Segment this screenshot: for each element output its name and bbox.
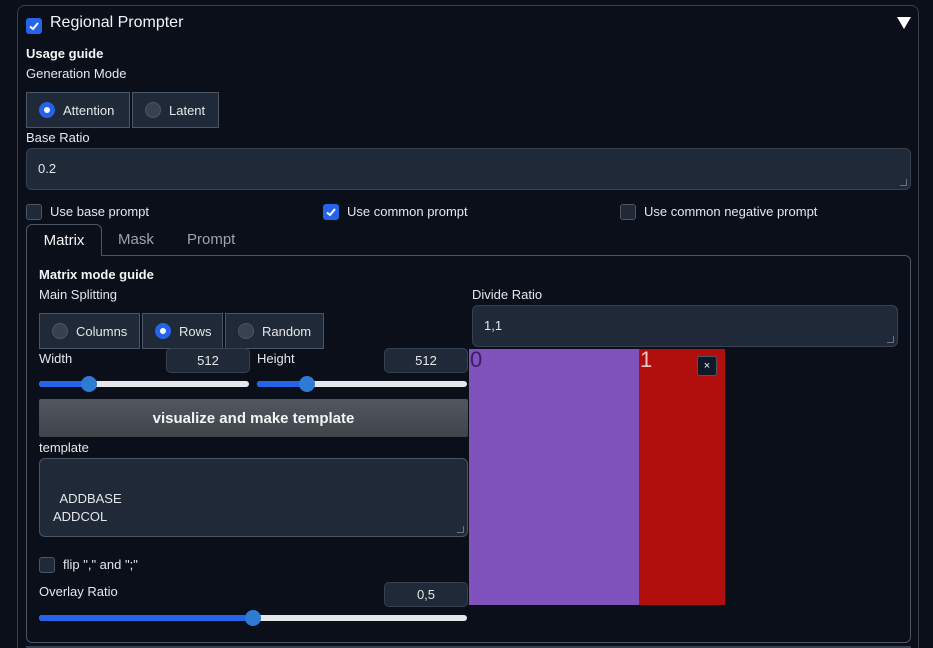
tab-mask[interactable]: Mask xyxy=(118,231,154,248)
base-ratio-label: Base Ratio xyxy=(26,130,90,145)
check-icon xyxy=(326,208,336,217)
enable-checkbox[interactable] xyxy=(26,18,42,34)
resize-grip-icon[interactable] xyxy=(887,336,894,343)
overlay-ratio-number-input[interactable]: 0,5 xyxy=(384,582,468,607)
width-number-input[interactable]: 512 xyxy=(166,348,250,373)
visualize-template-button[interactable]: visualize and make template xyxy=(39,399,468,437)
main-splitting-label: Main Splitting xyxy=(39,287,118,302)
use-common-negative-prompt-label[interactable]: Use common negative prompt xyxy=(644,204,817,219)
radio-unselected-icon xyxy=(238,323,254,339)
main-splitting-radio-group: Columns Rows Random xyxy=(39,313,326,349)
radio-unselected-icon xyxy=(52,323,68,339)
radio-attention[interactable]: Attention xyxy=(26,92,130,128)
region-preview-image: 01 xyxy=(469,349,725,605)
region-label: 1 xyxy=(640,347,653,372)
tab-matrix[interactable]: Matrix xyxy=(26,224,102,256)
resize-grip-icon[interactable] xyxy=(457,526,464,533)
use-base-prompt-label[interactable]: Use base prompt xyxy=(50,204,149,219)
usage-guide-link[interactable]: Usage guide xyxy=(26,46,103,61)
region-label: 0 xyxy=(470,347,483,372)
height-number-input[interactable]: 512 xyxy=(384,348,468,373)
slider-fill xyxy=(39,615,253,621)
radio-unselected-icon xyxy=(145,102,161,118)
overlay-ratio-slider[interactable] xyxy=(39,610,467,626)
generation-mode-label: Generation Mode xyxy=(26,66,127,81)
divide-ratio-label: Divide Ratio xyxy=(472,287,543,302)
matrix-mode-guide-link[interactable]: Matrix mode guide xyxy=(39,267,154,282)
flip-checkbox[interactable] xyxy=(39,557,55,573)
collapse-arrow-icon[interactable] xyxy=(897,17,911,29)
height-slider[interactable] xyxy=(257,376,467,392)
resize-grip-icon[interactable] xyxy=(900,179,907,186)
use-common-prompt-checkbox[interactable] xyxy=(323,204,339,220)
radio-latent[interactable]: Latent xyxy=(132,92,219,128)
base-ratio-input[interactable]: 0.2 xyxy=(26,148,911,190)
panel-title[interactable]: Regional Prompter xyxy=(50,14,183,32)
check-icon xyxy=(29,22,39,31)
template-label: template xyxy=(39,440,89,455)
radio-selected-icon xyxy=(155,323,171,339)
radio-random[interactable]: Random xyxy=(225,313,324,349)
flip-label[interactable]: flip "," and ";" xyxy=(63,557,138,572)
divide-ratio-input[interactable]: 1,1 xyxy=(472,305,898,347)
template-textarea[interactable]: ADDBASE ADDCOL xyxy=(39,458,468,537)
generation-mode-radio-group: Attention Latent xyxy=(26,92,221,128)
width-label: Width xyxy=(39,351,73,366)
height-label: Height xyxy=(257,351,295,366)
use-common-negative-prompt-checkbox[interactable] xyxy=(620,204,636,220)
slider-thumb[interactable] xyxy=(245,610,261,626)
radio-rows[interactable]: Rows xyxy=(142,313,223,349)
radio-columns[interactable]: Columns xyxy=(39,313,140,349)
region-1: 1 xyxy=(639,349,725,605)
use-common-prompt-label[interactable]: Use common prompt xyxy=(347,204,468,219)
overlay-ratio-label: Overlay Ratio xyxy=(39,584,118,599)
close-icon[interactable]: × xyxy=(697,356,717,376)
region-0: 0 xyxy=(469,349,639,605)
radio-selected-icon xyxy=(39,102,55,118)
use-base-prompt-checkbox[interactable] xyxy=(26,204,42,220)
tab-prompt[interactable]: Prompt xyxy=(187,231,235,248)
width-slider[interactable] xyxy=(39,376,249,392)
